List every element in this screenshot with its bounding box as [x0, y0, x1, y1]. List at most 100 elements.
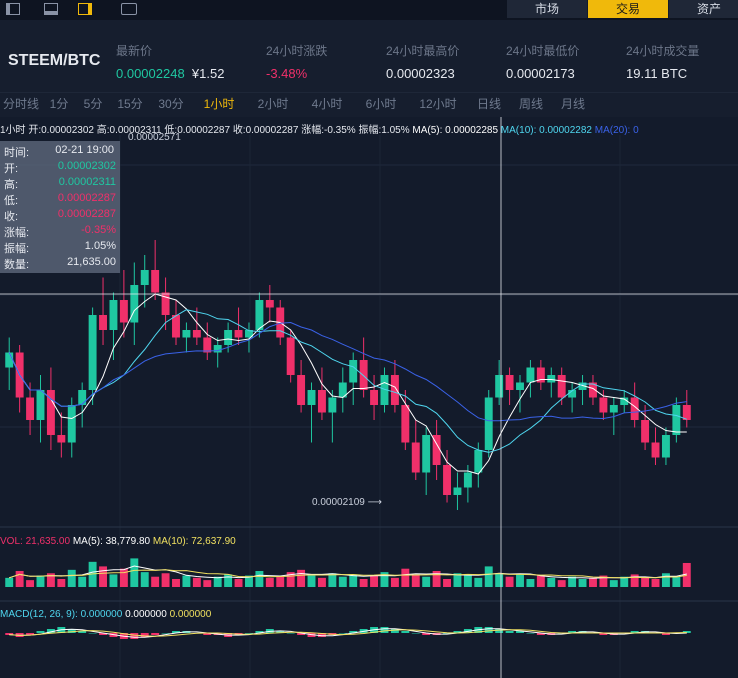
candle-body	[78, 390, 87, 405]
candle-body	[26, 397, 35, 420]
interval-tab-active[interactable]: 1小时	[192, 93, 246, 117]
candle-body	[172, 315, 180, 338]
volume-bar	[265, 577, 274, 587]
macd-dea: 0.000000	[169, 609, 212, 620]
interval-tab[interactable]: 日线	[468, 93, 510, 117]
macd-dif: 0.000000	[125, 609, 167, 620]
window-toggle-icon[interactable]	[114, 0, 144, 18]
volume-bar	[505, 576, 514, 587]
candle-body	[265, 300, 274, 308]
macd-bar	[151, 633, 160, 635]
volume-bar	[474, 577, 483, 587]
high-label: 24小时最高价	[386, 44, 460, 58]
volume-bar	[390, 577, 399, 587]
volume-bar	[67, 569, 76, 587]
candle-body	[349, 360, 358, 383]
ticker-header: STEEM/BTC 最新价 0.00002248 ¥1.52 24小时涨跌 -3…	[0, 20, 738, 92]
candle-body	[224, 330, 233, 345]
volume-bar	[422, 576, 431, 587]
tooltip-low-label: 低:	[4, 195, 19, 207]
tooltip-open-label: 开:	[4, 163, 19, 175]
macd-bar	[505, 631, 514, 633]
ma20-line	[8, 321, 687, 422]
macd-bar	[380, 627, 389, 633]
info-amplitude-label: 振幅:	[358, 125, 382, 136]
candle-body	[203, 337, 212, 353]
interval-tab[interactable]: 12小时	[408, 93, 468, 117]
candle-body	[99, 315, 107, 330]
candle-body	[651, 442, 660, 458]
volume-bar	[609, 580, 618, 587]
candle-body	[109, 300, 118, 330]
macd-bar	[88, 633, 97, 634]
candle-body	[140, 270, 149, 285]
candle-body	[255, 300, 264, 330]
info-amplitude: 1.05%	[381, 125, 410, 136]
candle-body	[526, 367, 535, 383]
candle-body	[57, 435, 66, 443]
candle-body	[390, 375, 399, 405]
interval-tab[interactable]: 4小时	[300, 93, 354, 117]
info-low: 0.00002287	[177, 125, 231, 136]
volume-bar	[161, 573, 170, 587]
interval-tab[interactable]: 周线	[510, 93, 552, 117]
volume-bar	[192, 577, 201, 587]
volume-bar	[547, 577, 556, 587]
tooltip-low: 0.00002287	[57, 192, 116, 204]
interval-tab[interactable]: 5分	[76, 93, 110, 117]
volume-bar	[349, 574, 358, 587]
tab-market[interactable]: 市场	[507, 0, 588, 18]
candle-body	[453, 487, 462, 495]
volume-bar	[411, 574, 420, 587]
volume-bar	[99, 566, 107, 587]
volume-bar	[370, 575, 379, 587]
volume-value: 19.11 BTC	[626, 66, 688, 81]
tooltip-amplitude-label: 振幅:	[4, 243, 30, 255]
vol-value: VOL: 21,635.00	[0, 536, 71, 547]
interval-tab[interactable]: 月线	[552, 93, 594, 117]
candle-body	[359, 360, 368, 390]
candle-body	[151, 270, 160, 293]
max-price-label: 0.00002571	[128, 132, 181, 143]
kline-info-line: 1小时 开:0.00002302 高:0.00002311 低:0.000022…	[0, 121, 639, 136]
tab-assets[interactable]: 资产	[669, 0, 738, 18]
tooltip-time-label: 时间:	[4, 147, 30, 159]
volume-bar	[182, 575, 191, 587]
tooltip-change: -0.35%	[81, 224, 116, 236]
volume-legend: VOL: 21,635.00 MA(5): 38,779.80 MA(10): …	[0, 536, 236, 547]
main-tabs: 市场 交易 资产	[507, 0, 738, 18]
volume-bar	[443, 578, 451, 587]
candle-body	[36, 390, 45, 420]
candle-body	[401, 405, 410, 443]
layout-bottom-icon[interactable]	[38, 0, 64, 18]
interval-tab[interactable]: 15分	[110, 93, 150, 117]
candle-body	[192, 330, 201, 338]
candle-body	[547, 375, 556, 383]
candle-body	[682, 405, 691, 420]
volume-bar	[578, 578, 587, 587]
volume-bar	[672, 576, 681, 587]
volume-bar	[224, 574, 233, 587]
macd-bar	[338, 633, 347, 634]
volume-bar	[641, 577, 650, 587]
volume-bar	[359, 578, 368, 587]
candle-body	[422, 435, 431, 473]
volume-bar	[463, 575, 472, 587]
interval-tab[interactable]: 6小时	[354, 93, 408, 117]
tooltip-open: 0.00002302	[57, 160, 116, 172]
tab-trade[interactable]: 交易	[588, 0, 669, 18]
candle-body	[672, 405, 681, 435]
interval-tab[interactable]: 分时线	[0, 93, 42, 117]
interval-tab[interactable]: 30分	[150, 93, 192, 117]
ma10-line	[8, 309, 687, 453]
layout-single-icon[interactable]	[0, 0, 26, 18]
interval-tab[interactable]: 1分	[42, 93, 76, 117]
interval-tab[interactable]: 2小时	[246, 93, 300, 117]
high-stat: 24小时最高价 0.00002323	[386, 42, 459, 81]
macd-bar	[36, 631, 45, 633]
volume-bar	[78, 576, 87, 587]
volume-bar	[526, 578, 535, 587]
tooltip-change-label: 涨幅:	[4, 227, 30, 239]
layout-right-icon[interactable]	[72, 0, 98, 18]
volume-bar	[276, 576, 285, 587]
